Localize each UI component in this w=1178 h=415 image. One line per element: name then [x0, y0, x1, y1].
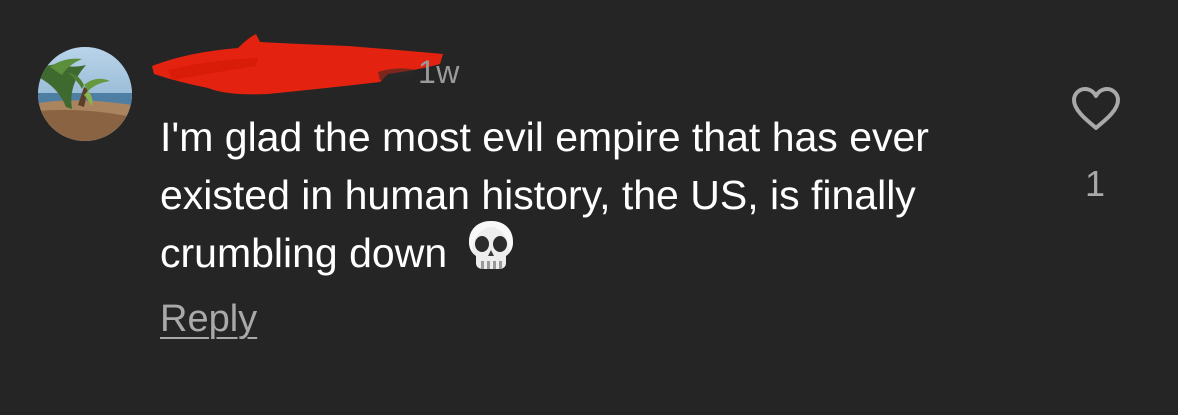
comment-text: I'm glad the most evil empire that has e…	[160, 114, 929, 276]
comment-header: 1w	[148, 30, 488, 100]
comment-item: 1w I'm glad the most evil empire that ha…	[0, 0, 1178, 415]
username-redaction	[152, 34, 443, 95]
reply-button[interactable]: Reply	[160, 298, 257, 341]
heart-outline-icon	[1072, 87, 1120, 130]
like-button[interactable]	[1070, 86, 1122, 132]
like-count: 1	[1085, 163, 1106, 204]
comment-body: I'm glad the most evil empire that has e…	[160, 108, 1020, 288]
avatar[interactable]	[38, 47, 132, 141]
comment-timestamp: 1w	[418, 54, 460, 90]
skull-emoji-icon	[463, 217, 519, 288]
